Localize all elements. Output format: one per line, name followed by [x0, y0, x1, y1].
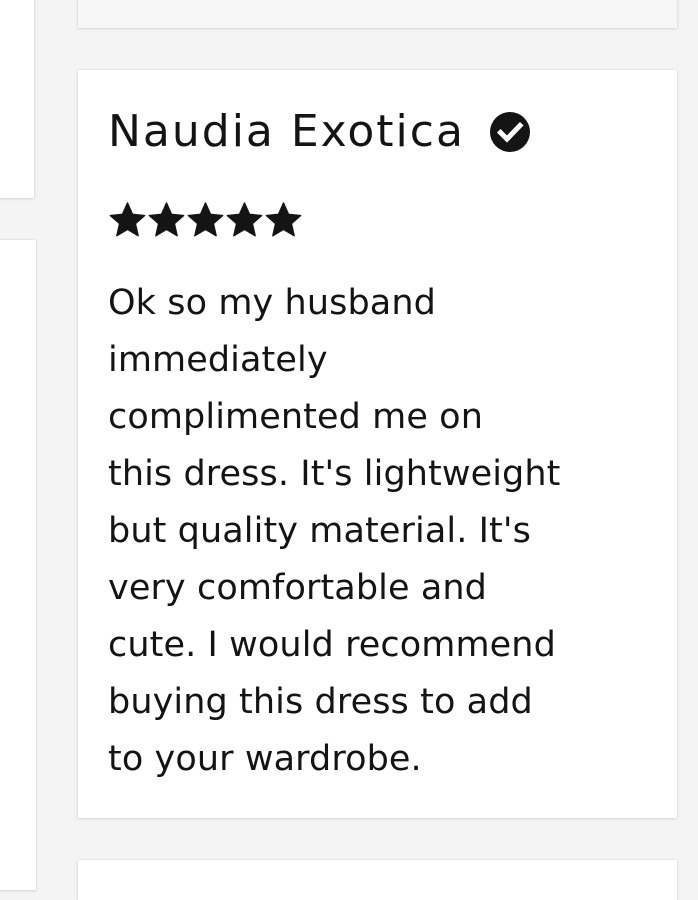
star-icon	[148, 202, 185, 237]
review-text-line: this dress. It's lightweight	[108, 454, 561, 494]
review-text-line: cute. I would recommend	[108, 625, 556, 665]
check-circle-icon	[489, 111, 531, 153]
star-icon	[187, 202, 224, 237]
review-text-line: very comfortable and	[108, 568, 487, 608]
review-text-line: to your wardrobe.	[108, 739, 422, 779]
review-text-line: immediately	[108, 340, 328, 380]
side-review-card-bottom	[0, 240, 36, 890]
review-text-line: but quality material. It's	[108, 511, 531, 551]
star-icon	[265, 202, 302, 237]
reviewer-name: Naudia Exotica	[108, 106, 465, 157]
review-text-line: Ok so my husband	[108, 283, 436, 323]
side-review-card-top	[0, 0, 34, 198]
previous-review-card	[78, 0, 677, 28]
review-text-line: complimented me on	[108, 397, 483, 437]
review-text-line: buying this dress to add	[108, 682, 533, 722]
review-text: Ok so my husband immediately complimented …	[108, 275, 648, 788]
review-card: Naudia Exotica Ok so my husband immediate…	[78, 70, 677, 818]
next-review-card	[78, 860, 677, 900]
reviewer-header: Naudia Exotica	[108, 102, 531, 162]
star-icon	[226, 202, 263, 237]
star-icon	[109, 202, 146, 237]
star-rating	[108, 201, 303, 240]
